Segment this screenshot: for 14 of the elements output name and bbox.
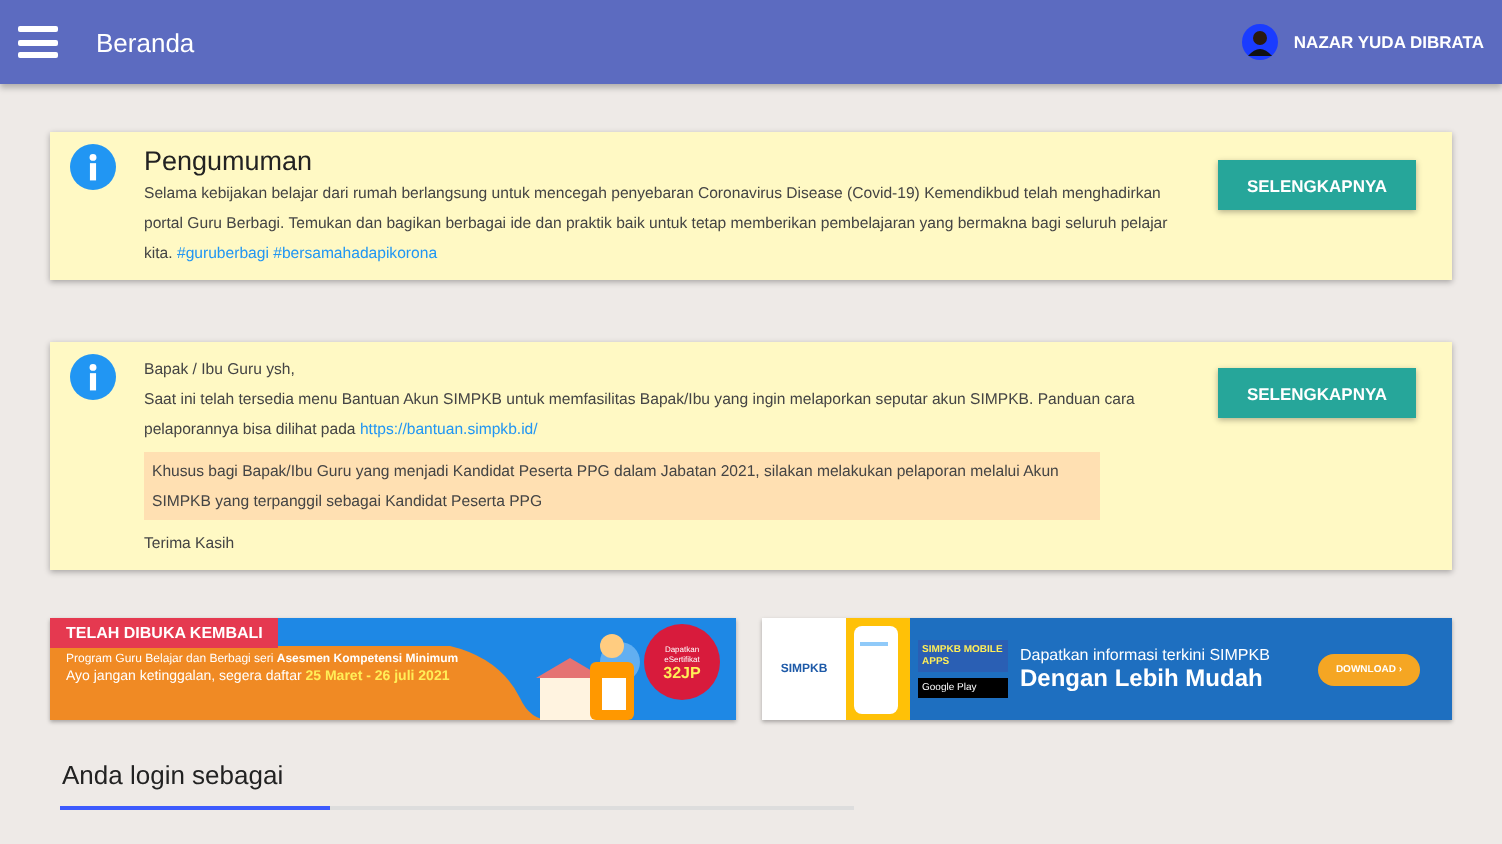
read-more-button[interactable]: SELENGKAPNYA [1218,160,1416,210]
banner-ribbon: TELAH DIBUKA KEMBALI [50,618,279,648]
announcement-title: Pengumuman [144,144,315,178]
page-title: Beranda [96,27,197,57]
info-icon [70,354,116,400]
avatar-icon[interactable] [1241,24,1278,60]
read-more-button[interactable]: SELENGKAPNYA [1218,368,1416,418]
phone-drawing [846,618,910,720]
info-icon [70,144,116,190]
banner-text: Dapatkan informasi terkini SIMPKB [1020,646,1272,664]
user-name[interactable]: NAZAR YUDA DIBRATA [1293,32,1484,52]
banner-headline: Dengan Lebih Mudah [1020,664,1265,692]
section-title: Anda login sebagai [62,760,286,790]
menu-icon[interactable] [18,26,58,58]
